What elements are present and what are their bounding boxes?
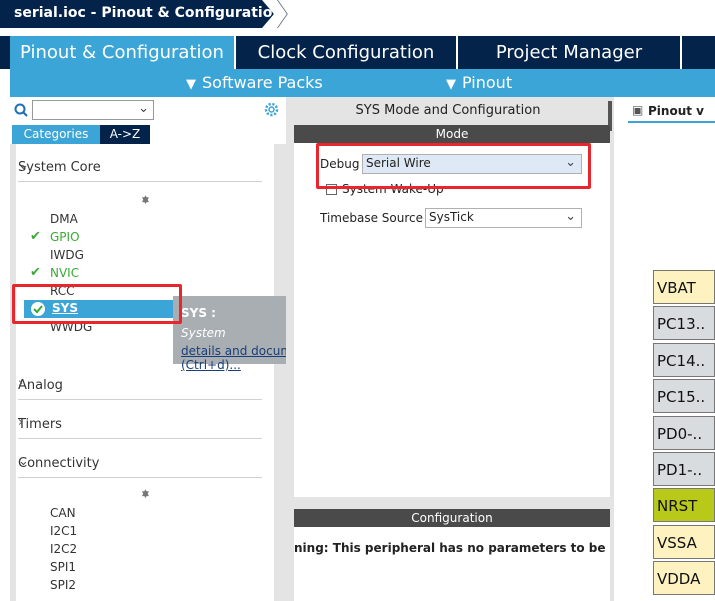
chip-icon: ▣: [632, 103, 644, 117]
tab-a-z[interactable]: A->Z: [100, 125, 150, 144]
chevron-down-icon: ⌄: [565, 209, 576, 224]
list-item-gpio[interactable]: GPIO: [50, 230, 80, 244]
breadcrumb-file[interactable]: serial.ioc - Pinout & Configuration: [14, 5, 282, 21]
tab-pinout-configuration[interactable]: Pinout & Configuration: [10, 36, 234, 69]
tooltip-title: SYS :: [181, 306, 216, 320]
software-packs-label: Software Packs: [202, 73, 323, 92]
mode-section: Debug Serial Wire ⌄ System Wake-Up Timeb…: [294, 143, 610, 497]
list-item-iwdg[interactable]: IWDG: [50, 248, 84, 262]
tab-label: Pinout v: [648, 104, 704, 118]
timebase-select[interactable]: SysTick ⌄: [425, 208, 582, 228]
timebase-label: Timebase Source: [320, 211, 424, 225]
chevron-down-icon: ▼: [186, 77, 196, 92]
pin-pc14[interactable]: PC14..: [653, 342, 715, 377]
timebase-value: SysTick: [429, 210, 474, 224]
search-input[interactable]: ⌄: [32, 100, 154, 120]
tooltip-subtitle: System: [181, 326, 226, 340]
pin-vssa[interactable]: VSSA: [653, 524, 715, 559]
group-timers[interactable]: Timers ›: [18, 411, 262, 439]
list-item-spi1[interactable]: SPI1: [50, 560, 76, 574]
chevron-down-icon: ▼: [446, 77, 456, 92]
pinout-label: Pinout: [462, 73, 513, 92]
pin-vbat[interactable]: VBAT: [653, 270, 715, 304]
sort-icon[interactable]: ▲ ▼: [142, 194, 149, 214]
list-item-nvic[interactable]: NVIC: [50, 266, 79, 280]
tab-project-manager[interactable]: Project Manager: [458, 36, 680, 69]
group-analog[interactable]: Analog ›: [18, 372, 262, 400]
pin-pc13[interactable]: PC13..: [653, 306, 715, 341]
list-item-spi2[interactable]: SPI2: [50, 578, 76, 592]
search-icon: [14, 103, 28, 117]
sort-icon[interactable]: ▲ ▼: [142, 488, 149, 508]
pinout-menu[interactable]: ▼ Pinout: [446, 73, 512, 92]
pinout-view-panel: ▣ Pinout v VBAT PC13.. PC14.. PC15.. PD0-.. P…: [614, 97, 715, 601]
tab-pinout-view[interactable]: ▣ Pinout v: [628, 101, 715, 123]
left-toolbar: ⌄: [10, 97, 286, 125]
tab-clock-configuration[interactable]: Clock Configuration: [236, 36, 456, 69]
list-item-can[interactable]: CAN: [50, 506, 76, 520]
highlight-sys-row: [12, 284, 182, 324]
pin-pd0[interactable]: PD0-..: [653, 415, 715, 450]
tab-categories[interactable]: Categories: [12, 125, 100, 144]
panel-title: SYS Mode and Configuration: [286, 97, 610, 125]
highlight-debug-field: [316, 143, 591, 189]
configuration-bar[interactable]: Configuration: [294, 509, 610, 527]
chevron-down-icon: ⌄: [138, 101, 149, 116]
list-item-i2c2[interactable]: I2C2: [50, 542, 77, 556]
chevron-down-icon: ⌄: [18, 158, 29, 173]
mode-bar[interactable]: Mode: [294, 125, 610, 143]
chevron-right-icon: ›: [18, 415, 24, 430]
gear-icon[interactable]: [263, 101, 280, 118]
category-tree: System Core ⌄ ▲ ▼ DMA ✔ GPIO IWDG ✔ NVIC …: [10, 144, 286, 601]
list-item-i2c1[interactable]: I2C1: [50, 524, 77, 538]
main-tabs: Pinout & Configuration Clock Configurati…: [0, 36, 715, 69]
pin-vdda[interactable]: VDDA: [653, 561, 715, 596]
check-icon: ✔: [30, 265, 41, 280]
group-system-core[interactable]: System Core ⌄: [18, 154, 262, 182]
warning-text: ning: This peripheral has no parameters …: [294, 541, 610, 555]
pin-pd1[interactable]: PD1-..: [653, 452, 715, 486]
chevron-down-icon: ⌄: [18, 454, 29, 469]
configuration-section: ning: This peripheral has no parameters …: [294, 527, 610, 601]
software-packs-menu[interactable]: ▼ Software Packs: [186, 73, 323, 92]
pin-nrst[interactable]: NRST: [653, 488, 715, 523]
sub-toolbar: ▼ Software Packs ▼ Pinout: [10, 69, 715, 97]
breadcrumb: serial.ioc - Pinout & Configuration: [0, 0, 715, 28]
check-icon: ✔: [30, 229, 41, 244]
list-item-dma[interactable]: DMA: [50, 212, 78, 226]
chevron-right-icon: ›: [18, 376, 24, 391]
group-connectivity[interactable]: Connectivity ⌄: [18, 450, 262, 478]
pin-pc15[interactable]: PC15..: [653, 379, 715, 414]
